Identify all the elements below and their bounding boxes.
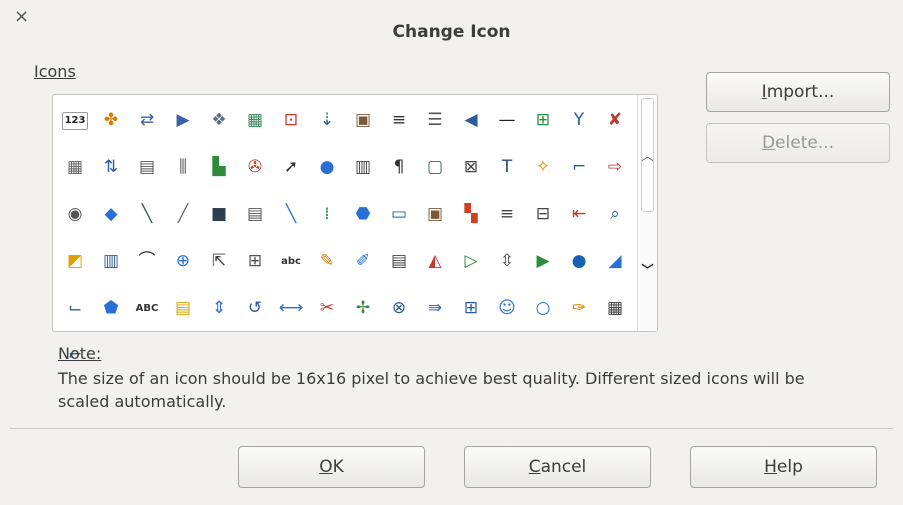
select-pointer-icon[interactable]: ⇱ <box>201 238 237 285</box>
table-grid-icon[interactable]: ▦ <box>237 97 273 144</box>
magic-wand-icon[interactable]: ✧ <box>525 144 561 191</box>
divider <box>10 428 893 429</box>
form-design-icon[interactable]: ▣ <box>345 97 381 144</box>
align-center-icon[interactable]: ≡ <box>489 191 525 238</box>
number-field-icon[interactable]: 123 <box>57 97 93 144</box>
table-pointer-icon[interactable]: ▦ <box>597 285 633 332</box>
zoom-shape-icon[interactable]: ⊗ <box>381 285 417 332</box>
icon-list[interactable]: 123 ✤ ⇄ ▶ ❖ ▦ ⊡ ⇣ ▣ ≡ ☰ ◀ — ⊞ Y ✘ ▦ ⇅ ▤ ⫼ ▙ ✇ ➚ ● ▥ ¶ ▢ ⊠ T ✧ ⌐ ⇨ ◉ ◆ ╲ ╱ ■ ▤… <box>52 94 658 364</box>
delete-button[interactable]: Delete... <box>706 123 890 163</box>
octagon-icon[interactable]: ⬣ <box>345 191 381 238</box>
note-title: Note: <box>58 344 102 363</box>
spreadsheet-icon[interactable]: ▦ <box>57 144 93 191</box>
connector-icon[interactable]: ⌐ <box>561 144 597 191</box>
circle-outline-icon[interactable]: ○ <box>525 285 561 332</box>
page-forward-icon[interactable]: ▶ <box>165 97 201 144</box>
highlighter-icon[interactable]: ✎ <box>309 238 345 285</box>
folder-icon[interactable]: ◢ <box>597 238 633 285</box>
rounded-square-icon[interactable]: ▢ <box>417 144 453 191</box>
fontwork-text-icon[interactable]: T <box>489 144 525 191</box>
media-play-icon[interactable]: ▶ <box>525 238 561 285</box>
import-button[interactable]: Import... <box>706 72 890 112</box>
cancel-button[interactable]: Cancel <box>464 446 651 488</box>
crop-image-icon[interactable]: ✂ <box>309 285 345 332</box>
icons-section-label: Icons <box>34 62 76 81</box>
color-palette-icon[interactable]: ▚ <box>453 191 489 238</box>
indent-icon[interactable]: ⇤ <box>561 191 597 238</box>
spellcheck-icon[interactable]: abc <box>273 238 309 285</box>
columns-icon[interactable]: ⫼ <box>165 144 201 191</box>
text-box-arrows-icon[interactable]: ⊞ <box>453 285 489 332</box>
scroll-up-icon[interactable]: ︿ <box>638 147 657 164</box>
form-field-icon[interactable]: ⊡ <box>273 97 309 144</box>
note-text: The size of an icon should be 16x16 pixe… <box>58 369 805 411</box>
page-layout-icon[interactable]: ▤ <box>237 191 273 238</box>
crosshair-circle-icon[interactable]: ⊕ <box>165 238 201 285</box>
line-number-icon[interactable]: ⊟ <box>525 191 561 238</box>
form-navigation-icon[interactable]: ▥ <box>93 238 129 285</box>
draw-line-icon[interactable]: ✐ <box>345 238 381 285</box>
help-button[interactable]: Help <box>690 446 877 488</box>
text-frame-icon[interactable]: ⊠ <box>453 144 489 191</box>
horizontal-arrows-icon[interactable]: ⟷ <box>273 285 309 332</box>
icon-grid: 123 ✤ ⇄ ▶ ❖ ▦ ⊡ ⇣ ▣ ≡ ☰ ◀ — ⊞ Y ✘ ▦ ⇅ ▤ ⫼ ▙ ✇ ➚ ● ▥ ¶ ▢ ⊠ T ✧ ⌐ ⇨ ◉ ◆ ╲ ╱ ■ ▤… <box>57 97 645 379</box>
presentation-icon[interactable]: ▭ <box>381 191 417 238</box>
rotate-back-icon[interactable]: ↺ <box>237 285 273 332</box>
bar-chart-icon[interactable]: ⁞ <box>309 191 345 238</box>
pen-icon[interactable]: ✑ <box>561 285 597 332</box>
line-tool-icon[interactable]: ╲ <box>273 191 309 238</box>
document-notes-icon[interactable]: ▤ <box>165 285 201 332</box>
scroll-down-icon[interactable]: ﹀ <box>638 261 657 278</box>
export-arrow-icon[interactable]: ⇨ <box>597 144 633 191</box>
zoom-page-icon[interactable]: ⌕ <box>597 191 633 238</box>
branch-icon[interactable]: Y <box>561 97 597 144</box>
pencil-line-icon[interactable]: ╱ <box>165 191 201 238</box>
grid-snap-icon[interactable]: ⊞ <box>525 97 561 144</box>
vertical-arrows-icon[interactable]: ⇕ <box>201 285 237 332</box>
table-design-icon[interactable]: ▤ <box>381 238 417 285</box>
edit-points-icon[interactable]: ✢ <box>345 285 381 332</box>
forward-arrow-icon[interactable]: ⇛ <box>417 285 453 332</box>
diamond-icon[interactable]: ◆ <box>93 191 129 238</box>
arrows-bracket-icon[interactable]: ⇄ <box>129 97 165 144</box>
paragraph-icon[interactable]: ¶ <box>381 144 417 191</box>
flowchart-connector-icon[interactable]: ⌙ <box>57 285 93 332</box>
form-controls-icon[interactable]: ▣ <box>417 191 453 238</box>
pointer-icon[interactable]: ➚ <box>273 144 309 191</box>
delete-arrow-icon[interactable]: ✘ <box>597 97 633 144</box>
arc-icon[interactable]: ⌒ <box>129 238 165 285</box>
shadow-box-icon[interactable]: ◩ <box>57 238 93 285</box>
text-label-icon[interactable]: ABC <box>129 285 165 332</box>
slanted-line-icon[interactable]: ╲ <box>129 191 165 238</box>
dialog-title: Change Icon <box>392 22 511 42</box>
undo-arrow-icon[interactable]: ◀ <box>453 97 489 144</box>
database-icon[interactable]: ❖ <box>201 97 237 144</box>
fill-color-icon[interactable]: ◭ <box>417 238 453 285</box>
image-settings-icon[interactable]: ✇ <box>237 144 273 191</box>
record-grid-icon[interactable]: ▤ <box>129 144 165 191</box>
horizontal-line-icon[interactable]: — <box>489 97 525 144</box>
smiley-icon[interactable]: ☺ <box>489 285 525 332</box>
save-icon[interactable]: ■ <box>201 191 237 238</box>
circle-icon[interactable]: ● <box>309 144 345 191</box>
vertical-scrollbar[interactable]: ︿ ﹀ <box>637 95 657 331</box>
pentagon-icon[interactable]: ⬟ <box>93 285 129 332</box>
toggle-button-icon[interactable]: ◉ <box>57 191 93 238</box>
play-spark-icon[interactable]: ▷ <box>453 238 489 285</box>
extension-puzzle-icon[interactable]: ✤ <box>93 97 129 144</box>
check-grid-icon[interactable]: ⊞ <box>237 238 273 285</box>
sort-ascending-icon[interactable]: ⇣ <box>309 97 345 144</box>
align-justify-icon[interactable]: ≡ <box>381 97 417 144</box>
insert-rows-icon[interactable]: ⇅ <box>93 144 129 191</box>
align-lines-icon[interactable]: ☰ <box>417 97 453 144</box>
sphere-icon[interactable]: ● <box>561 238 597 285</box>
ok-button[interactable]: OK <box>238 446 425 488</box>
document-grid-icon[interactable]: ▥ <box>345 144 381 191</box>
number-spinner-icon[interactable]: ⇳ <box>489 238 525 285</box>
chart-data-icon[interactable]: ▙ <box>201 144 237 191</box>
